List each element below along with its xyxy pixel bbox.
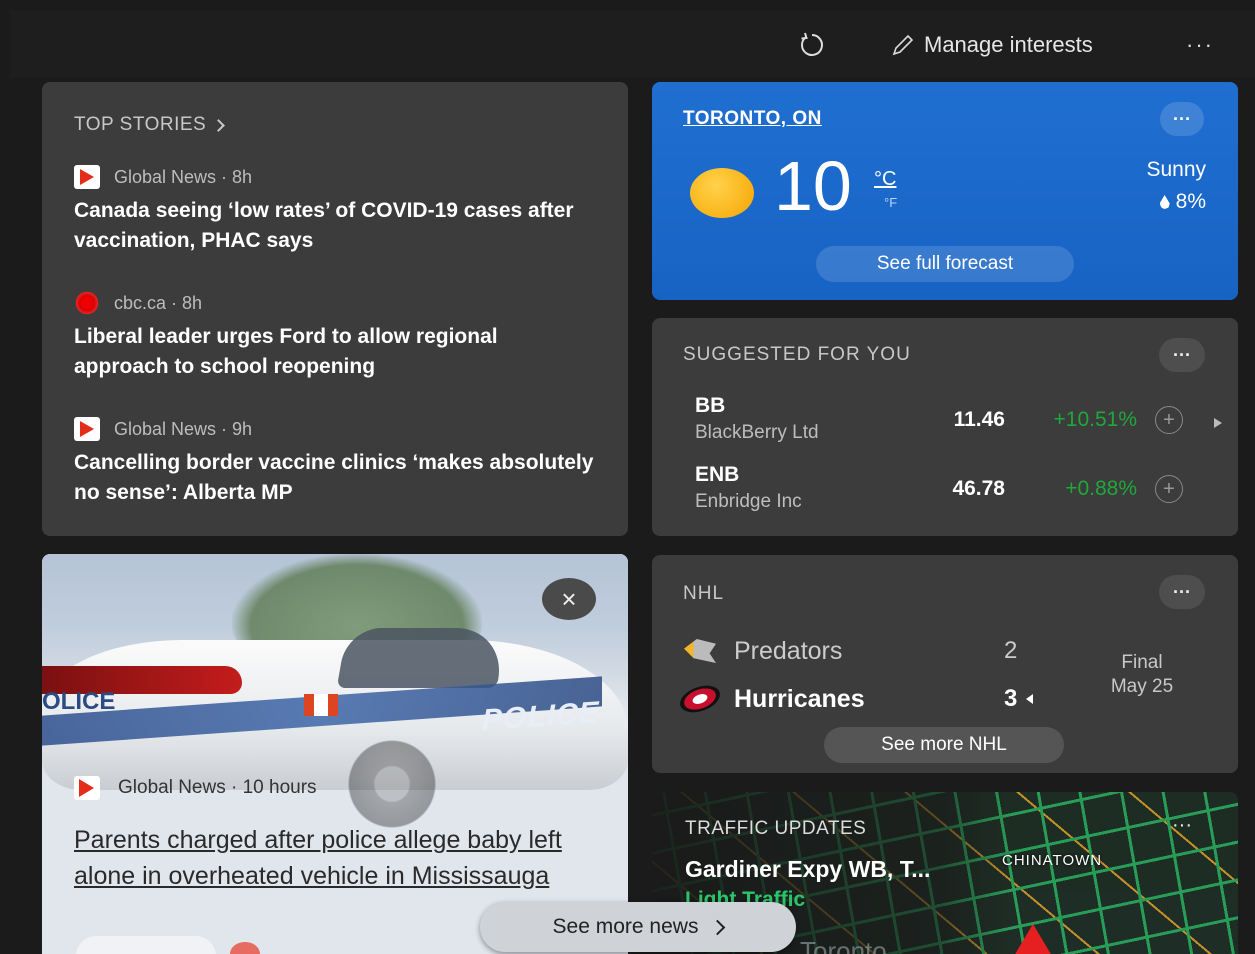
add-stock-icon[interactable]: +	[1155, 406, 1183, 434]
stock-price: 11.46	[953, 408, 1005, 431]
traffic-heading: TRAFFIC UPDATES	[685, 818, 867, 839]
suggested-heading: SUGGESTED FOR YOU	[683, 344, 911, 365]
story-headline: Canada seeing ‘low rates’ of COVID-19 ca…	[74, 199, 574, 252]
global-news-logo-icon	[74, 165, 100, 189]
top-stories-card: TOP STORIES Global News · 8h Canada seei…	[42, 82, 628, 536]
weather-more-button[interactable]: ···	[1160, 102, 1204, 136]
global-news-logo-icon	[74, 417, 100, 441]
team-name: Predators	[734, 636, 843, 665]
see-more-news-button[interactable]: See more news	[480, 902, 796, 952]
story-source: Global News · 8h	[114, 166, 253, 187]
team-score: 3	[1004, 685, 1018, 712]
celsius-toggle[interactable]: °C	[874, 168, 896, 191]
see-full-forecast-button[interactable]: See full forecast	[816, 246, 1074, 282]
fahrenheit-toggle[interactable]: °F	[884, 195, 897, 210]
weather-location-link[interactable]: TORONTO, ON	[683, 108, 822, 130]
cbc-logo-icon	[74, 290, 100, 316]
hurricanes-logo-icon	[676, 680, 724, 718]
suggested-card: SUGGESTED FOR YOU ··· BB BlackBerry Ltd …	[652, 318, 1238, 536]
global-news-logo-icon	[74, 776, 100, 800]
refresh-icon	[801, 32, 823, 56]
map-label: CHINATOWN	[1002, 852, 1103, 869]
photo-news-card[interactable]: OLICE POLICE × Global News · 10 hours Pa…	[42, 554, 628, 954]
next-arrow-icon[interactable]	[1214, 418, 1222, 428]
nhl-heading: NHL	[683, 583, 725, 604]
game-status-label: Final	[1121, 652, 1163, 673]
top-stories-heading[interactable]: TOP STORIES	[74, 114, 226, 136]
weather-card[interactable]: TORONTO, ON ··· 10 °C °F Sunny 8% See fu…	[652, 82, 1238, 300]
suggested-more-button[interactable]: ···	[1159, 338, 1205, 372]
team-score: 2	[1004, 637, 1018, 664]
chevron-right-icon	[710, 919, 726, 935]
story-item[interactable]: cbc.ca · 8h Liberal leader urges Ford to…	[74, 290, 594, 382]
pencil-icon	[892, 34, 914, 56]
story-headline: Liberal leader urges Ford to allow regio…	[74, 325, 498, 378]
story-source: cbc.ca · 8h	[114, 292, 203, 313]
predators-logo-icon	[684, 639, 716, 663]
stock-name: Enbridge Inc	[695, 491, 802, 512]
warning-icon	[1014, 924, 1052, 954]
game-date: May 25	[1110, 676, 1174, 697]
precipitation-value: 8%	[1175, 190, 1206, 213]
manage-interests-label: Manage interests	[924, 32, 1093, 57]
stock-row[interactable]: ENB Enbridge Inc 46.78 +0.88% +	[695, 463, 1205, 519]
story-item[interactable]: Global News · 8h Canada seeing ‘low rate…	[74, 164, 594, 256]
stock-change: +10.51%	[1053, 408, 1138, 431]
team-name: Hurricanes	[734, 684, 865, 713]
map-city-label: Toronto	[800, 936, 887, 954]
see-more-news-label: See more news	[552, 915, 699, 938]
weather-precipitation: 8%	[1159, 190, 1206, 214]
weather-condition: Sunny	[1146, 158, 1206, 181]
stock-change: +0.88%	[1065, 477, 1137, 500]
manage-interests-button[interactable]: Manage interests	[890, 28, 1093, 62]
stock-symbol: BB	[695, 394, 726, 417]
stock-name: BlackBerry Ltd	[695, 422, 819, 443]
weather-temperature: 10	[774, 147, 852, 225]
stock-symbol: ENB	[695, 463, 740, 486]
winner-indicator-icon	[1026, 694, 1033, 704]
nhl-more-button[interactable]: ···	[1159, 575, 1205, 609]
game-status: Final May 25	[1082, 651, 1202, 699]
traffic-title: Gardiner Expy WB, T...	[685, 856, 931, 882]
photo-news-headline[interactable]: Parents charged after police allege baby…	[74, 822, 614, 894]
add-stock-icon[interactable]: +	[1155, 475, 1183, 503]
photo-news-source-label: Global News · 10 hours	[118, 777, 317, 798]
canada-flag-icon	[304, 694, 338, 716]
more-options-button[interactable]: ···	[1180, 28, 1220, 62]
story-headline: Cancelling border vaccine clinics ‘makes…	[74, 451, 594, 504]
story-item[interactable]: Global News · 9h Cancelling border vacci…	[74, 416, 594, 508]
chevron-right-icon	[212, 119, 226, 132]
story-source: Global News · 9h	[114, 418, 253, 439]
photo-car-window	[336, 628, 508, 688]
sun-icon	[690, 168, 754, 218]
top-stories-heading-label: TOP STORIES	[74, 114, 207, 135]
stock-price: 46.78	[952, 477, 1005, 500]
photo-news-source: Global News · 10 hours	[74, 776, 317, 800]
photo-car-text-left: OLICE	[42, 688, 116, 715]
stock-row[interactable]: BB BlackBerry Ltd 11.46 +10.51% +	[695, 394, 1205, 450]
raindrop-icon	[1159, 195, 1170, 209]
reaction-button[interactable]	[76, 936, 216, 954]
see-more-nhl-button[interactable]: See more NHL	[824, 727, 1064, 763]
close-button[interactable]: ×	[542, 578, 596, 620]
refresh-button[interactable]	[795, 28, 829, 62]
nhl-card: NHL ··· Predators 2 Hurricanes 3 Final M…	[652, 555, 1238, 773]
traffic-more-button[interactable]: ···	[1172, 814, 1192, 837]
